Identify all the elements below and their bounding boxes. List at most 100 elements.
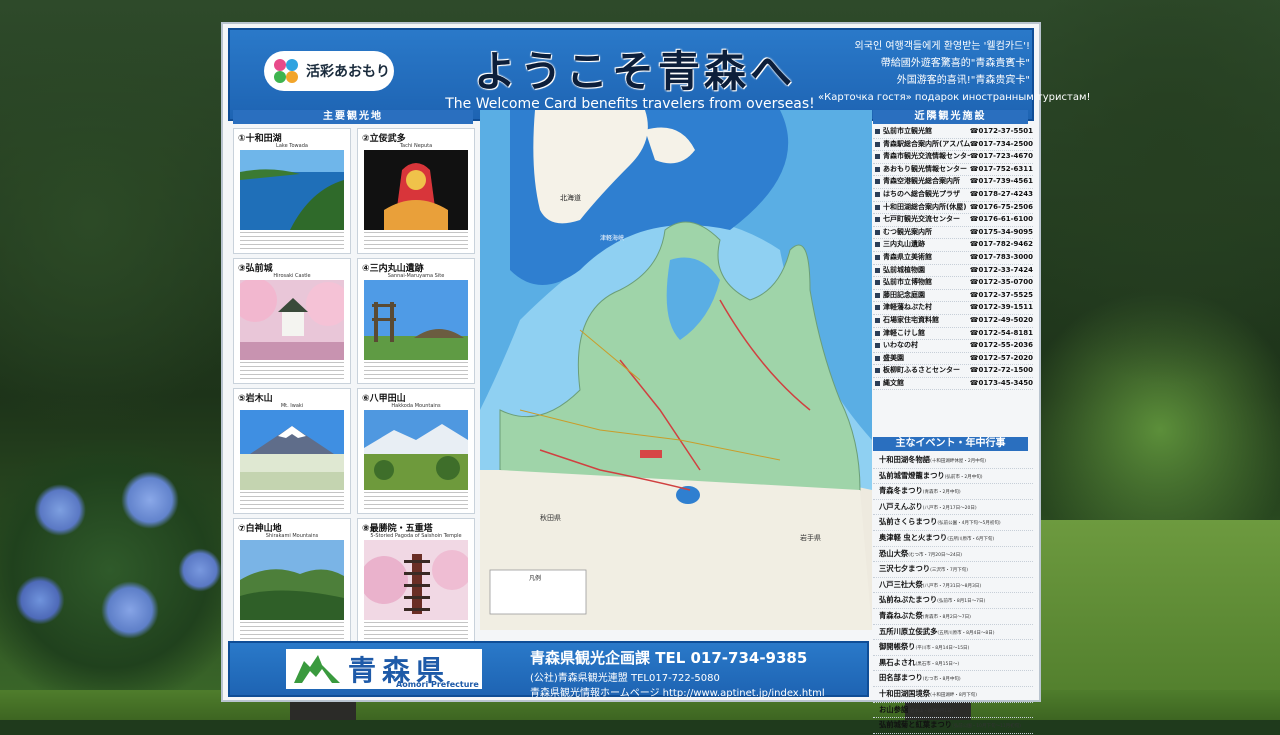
facilities-list: 近隣観光施設 弘前市立観光館 ☎0172-37-5501 青森駅総合案内所(アスパム… [873, 110, 1033, 391]
event-row: 恐山大祭(むつ市・7月20日〜24日) [873, 547, 1033, 563]
facility-row: 弘前城植物園 ☎0172-33-7424 [873, 265, 1033, 278]
attraction-card: ⑥八甲田山 Hakkoda Mountains [357, 388, 475, 514]
event-row: 青森冬まつり(青森市・2月中旬) [873, 484, 1033, 500]
facility-row: 青森駅総合案内所(アスパム内)☎017-734-2500 [873, 139, 1033, 152]
board-title: ようこそ青森へ [473, 47, 796, 96]
event-row: 八戸三社大祭(八戸市・7月31日〜8月3日) [873, 578, 1033, 594]
caption-lines [364, 492, 468, 510]
attraction-card: ⑧最勝院・五重塔 5-Storied Pagoda of Saishoin Te… [357, 518, 475, 644]
event-row: 八戸えんぶり(八戸市・2月17日〜20日) [873, 500, 1033, 516]
event-name: 黒石よされ [879, 657, 916, 667]
event-name: 五所川原立佞武多 [879, 626, 938, 636]
contact-website: 青森県観光情報ホームページ http://www.aptinet.jp/inde… [530, 688, 825, 699]
event-row: 十和田湖冬物語(十和田湖畔休屋・2月中旬) [873, 453, 1033, 469]
event-note: (黒石市・8月15日〜) [915, 661, 960, 667]
facility-row: 青森空港観光総合案内所 ☎017-739-4561 [873, 176, 1033, 189]
facility-row: 縄文館 ☎0173-45-3450 [873, 378, 1033, 391]
event-note: (平川市・8月14日〜15日) [915, 646, 970, 652]
attraction-sub: Shirakami Mountains [265, 533, 319, 539]
facility-name: 三内丸山遺跡 [883, 240, 925, 249]
facility-phone: ☎0172-35-0700 [969, 278, 1033, 287]
facility-phone: ☎0172-72-1500 [969, 366, 1033, 375]
event-name: 三沢七夕まつり [879, 564, 931, 574]
event-note: (青森市・8月2日〜7日) [922, 614, 971, 620]
event-name: 十和田湖国境祭 [879, 688, 931, 698]
event-note: (弘前公園・10月下旬〜11月初旬) [951, 724, 1021, 730]
event-name: 弘前城菊と紅葉まつり [879, 720, 952, 730]
facility-name: 青森駅総合案内所(アスパム内) [883, 139, 970, 148]
caption-lines [240, 232, 344, 250]
facility-name: むつ観光案内所 [883, 227, 932, 236]
event-note: (五所川原市・8月4日〜8日) [937, 630, 995, 636]
event-name: 八戸えんぶり [879, 501, 923, 511]
facility-row: 青森県立美術館 ☎017-783-3000 [873, 252, 1033, 265]
prefecture-name-en: Aomori Prefecture [396, 680, 479, 689]
sannai-maruyama-photo [364, 280, 468, 360]
event-row: 黒石よされ(黒石市・8月15日〜) [873, 656, 1033, 672]
facility-phone: ☎017-782-9462 [969, 240, 1033, 249]
event-name: 弘前ねぷたまつり [879, 595, 938, 605]
event-row: お山参詣(岩木山・旧暦8月1日) [873, 703, 1033, 719]
event-name: 青森ねぶた祭 [879, 610, 923, 620]
facility-row: 石場家住宅資料館 ☎0172-49-5020 [873, 315, 1033, 328]
facility-row: むつ観光案内所 ☎0175-34-9095 [873, 227, 1033, 240]
event-row: 弘前城雪燈籠まつり(弘前市・2月中旬) [873, 469, 1033, 485]
event-note: (三沢市・7月下旬) [930, 568, 968, 574]
welcome-signboard: 活彩あおもり ようこそ青森へ The Welcome Card benefits… [221, 22, 1091, 734]
event-note: (青森市・2月中旬) [922, 490, 961, 496]
event-row: 田名部まつり(むつ市・8月中旬) [873, 671, 1033, 687]
facility-name: 青森市観光交流情報センター [883, 152, 970, 161]
event-note: (弘前公園・4月下旬〜5月初旬) [937, 521, 1001, 527]
attraction-sub: Tachi Neputa [399, 143, 433, 149]
hakkoda-mountains-photo [364, 410, 468, 490]
attraction-sub: Lake Towada [276, 143, 308, 149]
greeting-korean: 외국인 여행객들에게 환영받는 '웰컴카드'! [854, 41, 1030, 52]
attraction-card: ②立佞武多 Tachi Neputa [357, 128, 475, 254]
caption-lines [240, 362, 344, 380]
facility-row: 弘前市立博物館 ☎0172-35-0700 [873, 277, 1033, 290]
facility-row: 十和田湖総合案内所(休屋) ☎0176-75-2506 [873, 202, 1033, 215]
facility-row: 三内丸山遺跡 ☎017-782-9462 [873, 239, 1033, 252]
contact-info: 青森県観光企画課 TEL 017-734-9385 (公社)青森県観光連盟 TE… [530, 647, 860, 699]
attraction-sub: Sannai-Maruyama Site [387, 273, 445, 279]
event-name: お山参詣 [879, 704, 909, 714]
event-name: 十和田湖冬物語 [879, 455, 931, 464]
label-strait: 津軽海峡 [600, 234, 624, 242]
event-note: (十和田湖畔・8月下旬) [930, 692, 977, 698]
event-note: (十和田湖畔休屋・2月中旬) [930, 459, 986, 464]
event-note: (五所川原市・6月下旬) [947, 536, 995, 542]
lake-towada [676, 486, 700, 504]
event-name: 弘前城雪燈籠まつり [879, 470, 945, 480]
event-row: 奥津軽 虫と火まつり(五所川原市・6月下旬) [873, 531, 1033, 547]
facility-name: 弘前市立観光館 [883, 127, 932, 135]
event-note: (八戸市・7月31日〜8月3日) [922, 583, 982, 589]
event-row: 御開帳祭り(平川市・8月14日〜15日) [873, 640, 1033, 656]
facility-name: 藤田記念庭園 [883, 290, 925, 299]
facility-row: 青森市観光交流情報センター ☎017-723-4670 [873, 151, 1033, 164]
attraction-card: ③弘前城 Hirosaki Castle [233, 258, 351, 384]
facility-row: はちのへ総合観光プラザ ☎0178-27-4243 [873, 189, 1033, 202]
facility-name: いわなの村 [883, 341, 918, 350]
facility-phone: ☎017-752-6311 [969, 164, 1033, 173]
attraction-sub: Mt. Iwaki [280, 403, 304, 409]
facility-phone: ☎017-734-2500 [969, 139, 1033, 148]
facility-name: はちのへ総合観光プラザ [883, 189, 960, 198]
facility-phone: ☎017-723-4670 [969, 152, 1033, 161]
aomori-logo: 活彩あおもり [264, 51, 394, 91]
event-row: 三沢七夕まつり(三沢市・7月下旬) [873, 562, 1033, 578]
facility-phone: ☎0172-37-5501 [969, 127, 1033, 135]
facility-name: 青森県立美術館 [883, 252, 932, 261]
event-name: 恐山大祭 [879, 548, 909, 558]
event-name: 奥津軽 虫と火まつり [879, 532, 948, 542]
caption-lines [364, 622, 468, 640]
facility-name: 津軽こけし館 [883, 328, 925, 337]
facility-row: 藤田記念庭園 ☎0172-37-5525 [873, 290, 1033, 303]
facilities-title: 近隣観光施設 [873, 110, 1028, 124]
contact-tourism-division: 青森県観光企画課 TEL 017-734-9385 [530, 649, 808, 667]
facility-name: 縄文館 [883, 378, 904, 387]
caption-lines [240, 622, 344, 640]
caption-lines [364, 362, 468, 380]
hirosaki-castle-photo [240, 280, 344, 360]
facility-phone: ☎0172-54-8181 [969, 328, 1033, 337]
multilingual-greetings: 외국인 여행객들에게 환영받는 '웰컴카드'! 帶給國外遊客驚喜的"青森貴賓卡"… [818, 38, 1091, 106]
